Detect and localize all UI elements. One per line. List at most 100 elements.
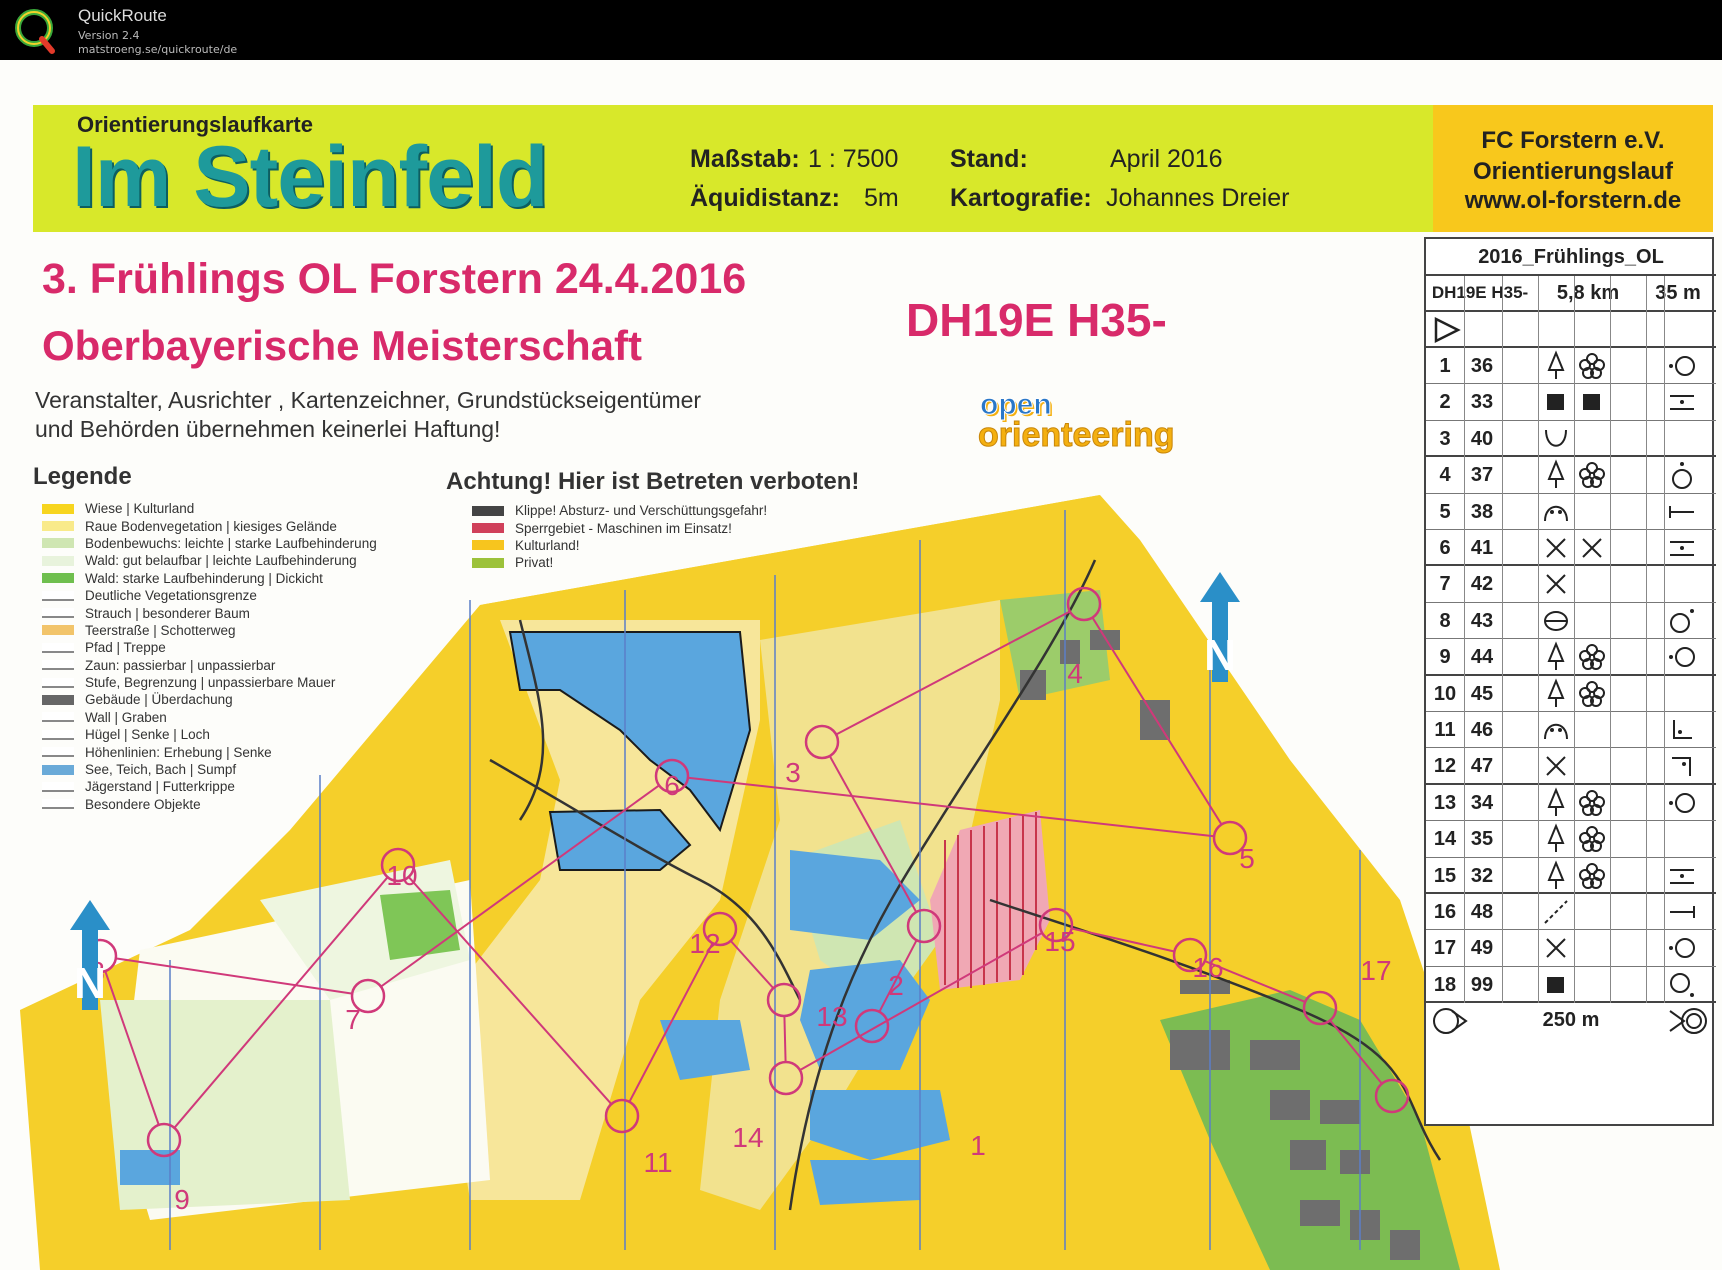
tree-icon — [1547, 459, 1565, 489]
control-row-code: 43 — [1470, 609, 1494, 632]
legend-label: Bodenbewuchs: leichte | starke Laufbehin… — [85, 535, 377, 551]
finish-from-icon — [1433, 1008, 1468, 1034]
tick-left-icon — [1670, 906, 1695, 918]
control-row-number: 16 — [1433, 901, 1457, 923]
control-row-number: 11 — [1434, 719, 1456, 741]
control-number: 5 — [1239, 843, 1255, 874]
control-row-code: 44 — [1470, 646, 1494, 669]
control-row-number: 3 — [1439, 427, 1451, 450]
legend-item: See, Teich, Bach | Sumpf — [42, 761, 377, 778]
app-url[interactable]: matstroeng.se/quickroute/de — [78, 43, 237, 56]
control-number: 15 — [1044, 926, 1075, 957]
legend-label: Teerstraße | Schotterweg — [85, 622, 236, 638]
control-number: 7 — [345, 1004, 361, 1035]
control-row-code: 48 — [1470, 901, 1494, 923]
title-bar: QuickRoute Version 2.4 matstroeng.se/qui… — [0, 0, 1722, 60]
control-sheet-title: 2016_Frühlings_OL — [1426, 239, 1716, 276]
control-row-number: 5 — [1439, 500, 1451, 523]
control-row-number: 17 — [1433, 937, 1457, 960]
legend-list: Wiese | Kulturland Raue Bodenvegetation |… — [42, 500, 377, 813]
lake — [548, 808, 692, 871]
control-row-code: 99 — [1470, 973, 1494, 996]
control-row: 12 47 — [1426, 748, 1716, 785]
control-row-code: 37 — [1470, 464, 1494, 487]
control-number: 2 — [888, 970, 904, 1001]
control-number: 16 — [1192, 952, 1223, 983]
control-sheet-gridline — [1464, 276, 1465, 1003]
control-number: 6 — [664, 770, 680, 801]
control-sheet-gridline — [1664, 276, 1665, 1003]
legend-swatch — [42, 694, 74, 705]
legend-item: Raue Bodenvegetation | kiesiges Gelände — [42, 517, 377, 534]
legend-label: Klippe! Absturz- und Verschüttungsgefahr… — [515, 503, 768, 519]
legend-swatch — [42, 729, 74, 740]
legend-item: Jägerstand | Futterkrippe — [42, 778, 377, 795]
control-row-code: 34 — [1470, 791, 1494, 814]
control-sheet-gridline — [1538, 276, 1539, 1003]
legend-swatch — [42, 799, 74, 810]
warning-title: Achtung! Hier ist Betreten verboten! — [446, 468, 860, 495]
control-row-number: 8 — [1439, 609, 1451, 632]
square-icon — [1583, 394, 1600, 411]
blank-icon — [1574, 712, 1610, 748]
app-version: Version 2.4 — [78, 29, 140, 42]
blank-icon — [1574, 967, 1610, 1003]
north-arrow-icon: N — [70, 900, 110, 1010]
map-canvas[interactable]: Orientierungslaufkarte Im Steinfeld Maßs… — [0, 60, 1722, 1270]
cross-icon — [1546, 756, 1566, 777]
legend-swatch — [42, 677, 74, 688]
control-row-number: 18 — [1433, 973, 1457, 996]
legend-label: Wald: starke Laufbehinderung | Dickicht — [85, 570, 323, 586]
dot-circle-icon — [1669, 792, 1695, 813]
bush-icon — [1579, 644, 1605, 671]
top-circle-icon — [1672, 462, 1692, 490]
blank-icon — [1574, 930, 1610, 966]
app-name: QuickRoute — [78, 6, 167, 25]
legend-label: Zaun: passierbar | unpassierbar — [85, 657, 276, 673]
blank-icon — [1574, 421, 1610, 457]
legend-swatch — [42, 503, 74, 514]
control-number: 4 — [1067, 658, 1083, 689]
legend-item: Pfad | Treppe — [42, 639, 377, 656]
control-row: 5 38 — [1426, 494, 1716, 530]
tree-icon — [1547, 677, 1565, 707]
control-number: 3 — [785, 757, 801, 788]
start-row — [1426, 312, 1716, 349]
legend-item: Gebäude | Überdachung — [42, 691, 377, 708]
control-row: 10 45 — [1426, 676, 1716, 712]
finish-distance: 250 m — [1542, 1009, 1600, 1031]
lake — [810, 1160, 920, 1205]
legend-swatch — [42, 764, 74, 775]
blank-icon — [1574, 566, 1610, 602]
quickroute-window: QuickRoute Version 2.4 matstroeng.se/qui… — [0, 0, 1722, 1270]
control-number: 14 — [732, 1122, 763, 1153]
control-row-code: 33 — [1470, 391, 1494, 414]
control-row-code: 49 — [1470, 937, 1494, 960]
legend-label: Höhenlinien: Erhebung | Senke — [85, 744, 272, 760]
legend-item: Wald: starke Laufbehinderung | Dickicht — [42, 570, 377, 587]
legend-item: Wiese | Kulturland — [42, 500, 377, 517]
legend-swatch — [42, 521, 74, 532]
hill-icon — [1544, 610, 1568, 631]
start-triangle-icon — [1434, 316, 1461, 344]
cross-icon — [1582, 538, 1602, 558]
legend-label: Wald: gut belaufbar | leichte Laufbehind… — [85, 553, 357, 569]
legend-item: Sperrgebiet - Maschinen im Einsatz! — [472, 519, 767, 536]
legend-title: Legende — [33, 463, 132, 490]
control-row-code: 38 — [1470, 500, 1494, 523]
control-row: 3 40 — [1426, 421, 1716, 458]
blank-icon — [1574, 894, 1610, 930]
legend-label: Wall | Graben — [85, 709, 167, 725]
depression-icon — [1545, 429, 1567, 447]
control-row: 4 37 — [1426, 457, 1716, 494]
legend-swatch — [42, 712, 74, 723]
finish-row: 250 m — [1426, 1003, 1716, 1039]
control-number: 13 — [816, 1001, 847, 1032]
control-row: 15 32 — [1426, 858, 1716, 894]
legend-item: Wald: gut belaufbar | leichte Laufbehind… — [42, 552, 377, 569]
legend-label: Privat! — [515, 555, 554, 571]
control-row: 6 41 — [1426, 530, 1716, 567]
dot-circle-icon — [1669, 938, 1695, 959]
control-row-code: 35 — [1470, 828, 1494, 851]
legend-label: Pfad | Treppe — [85, 640, 166, 656]
